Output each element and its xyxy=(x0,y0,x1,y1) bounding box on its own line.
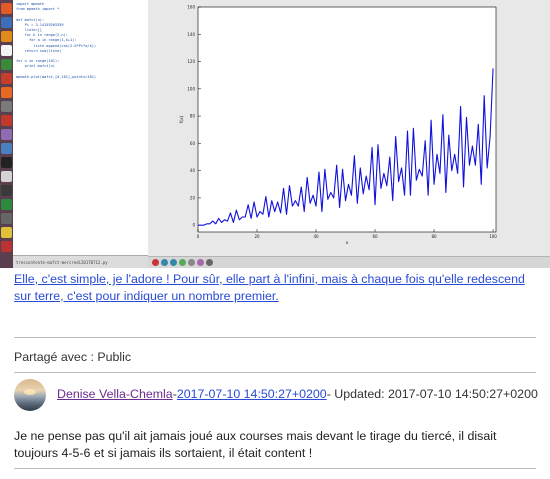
app-icon xyxy=(1,227,12,238)
code-text: import mpmath from mpmath import * def ma… xyxy=(13,0,148,82)
back-icon[interactable] xyxy=(161,259,168,266)
app-icon xyxy=(1,213,12,224)
y-tick-label: 60 xyxy=(190,141,196,146)
files-icon xyxy=(1,17,12,28)
app-icon xyxy=(1,185,12,196)
x-axis-label: x xyxy=(346,241,349,246)
app-icon xyxy=(1,143,12,154)
x-tick-label: 20 xyxy=(254,234,260,239)
plot-window: 0 20 40 60 80 100 0 20 40 60 80 100 120 140 160 x f(x) xyxy=(148,0,550,268)
divider xyxy=(14,337,536,338)
shared-with-label: Partagé avec : Public xyxy=(14,350,132,364)
terminal-icon xyxy=(1,157,12,168)
avatar-sun xyxy=(24,389,36,395)
app-icon xyxy=(1,171,12,182)
x-tick-label: 0 xyxy=(197,234,200,239)
save-icon[interactable] xyxy=(206,259,213,266)
y-tick-label: 20 xyxy=(190,195,196,200)
y-tick-label: 80 xyxy=(190,114,196,119)
y-tick-label: 120 xyxy=(187,59,195,64)
plot-figure: 0 20 40 60 80 100 0 20 40 60 80 100 120 140 160 x f(x) xyxy=(179,5,497,247)
software-center-icon xyxy=(1,87,12,98)
app-icon xyxy=(1,129,12,140)
code-editor: import mpmath from mpmath import * def ma… xyxy=(13,0,149,255)
filezilla-icon xyxy=(1,115,12,126)
date-link[interactable]: 2017-07-10 14:50:27+0200 xyxy=(177,387,327,401)
status-filename: trescontente-mafct-mercredi20170712.py xyxy=(16,260,108,265)
x-tick-label: 60 xyxy=(372,234,378,239)
plot-area xyxy=(197,6,497,233)
settings-icon xyxy=(1,101,12,112)
comment-meta: Denise Vella-Chemla-2017-07-10 14:50:27+… xyxy=(57,387,538,401)
browser-icon xyxy=(1,31,12,42)
x-tick-label: 80 xyxy=(431,234,437,239)
y-tick-label: 160 xyxy=(187,5,195,10)
pan-icon[interactable] xyxy=(179,259,186,266)
app-icon xyxy=(1,199,12,210)
author-link[interactable]: Denise Vella-Chemla xyxy=(57,387,173,401)
trash-icon xyxy=(1,241,12,252)
divider xyxy=(14,468,536,469)
home-icon[interactable] xyxy=(152,259,159,266)
screenshot-image: import mpmath from mpmath import * def ma… xyxy=(0,0,550,268)
forward-icon[interactable] xyxy=(170,259,177,266)
y-tick-label: 140 xyxy=(187,32,195,37)
x-tick-label: 40 xyxy=(313,234,319,239)
configure-icon[interactable] xyxy=(197,259,204,266)
presentation-icon xyxy=(1,73,12,84)
y-tick-label: 0 xyxy=(192,223,195,228)
plot-toolbar xyxy=(148,256,550,268)
document-icon xyxy=(1,45,12,56)
y-axis-label: f(x) xyxy=(179,115,185,123)
ubuntu-icon xyxy=(1,3,12,14)
editor-statusbar: trescontente-mafct-mercredi20170712.py xyxy=(13,255,148,268)
avatar[interactable] xyxy=(14,379,46,411)
y-tick-label: 40 xyxy=(190,168,196,173)
comment-text: Je ne pense pas qu'il ait jamais joué au… xyxy=(14,429,497,460)
y-tick-label: 100 xyxy=(187,86,195,91)
updated-text: - Updated: 2017-07-10 14:50:27+0200 xyxy=(326,387,538,401)
divider xyxy=(14,372,536,373)
app-launcher-bar xyxy=(0,0,13,268)
spreadsheet-icon xyxy=(1,59,12,70)
zoom-icon[interactable] xyxy=(188,259,195,266)
code-line: mpmath.plot(mafct,[0,101],points=101) xyxy=(16,74,97,79)
x-tick-label: 100 xyxy=(489,234,497,239)
post-caption-link[interactable]: Elle, c'est simple, je l'adore ! Pour sû… xyxy=(14,271,534,305)
